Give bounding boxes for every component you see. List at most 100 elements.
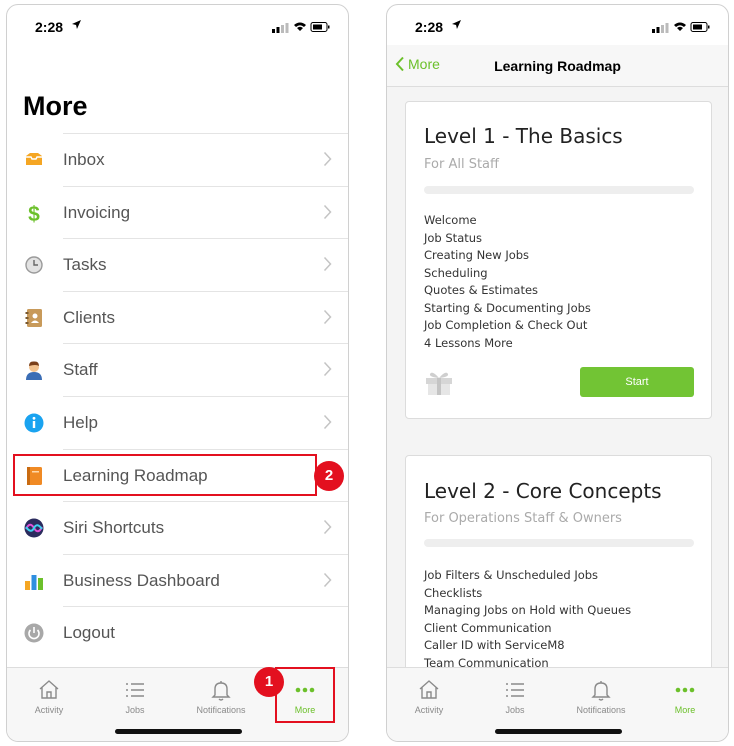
info-icon bbox=[24, 413, 44, 433]
staff-avatar-icon bbox=[26, 361, 42, 381]
more-screen: 2:28 More Inbox $ Invoicing Tasks Client… bbox=[6, 4, 349, 742]
lesson-list: Job Filters & Unscheduled Jobs Checklist… bbox=[424, 567, 631, 667]
menu-item-label: Tasks bbox=[63, 255, 107, 275]
home-icon bbox=[419, 680, 439, 699]
menu-item-label: Business Dashboard bbox=[63, 570, 220, 590]
lesson-item: Starting & Documenting Jobs bbox=[424, 300, 591, 315]
nav-bar: More Learning Roadmap bbox=[387, 45, 728, 87]
level-audience: For Operations Staff & Owners bbox=[424, 511, 622, 526]
menu-item-logout[interactable]: Logout bbox=[7, 606, 348, 659]
tab-label: More bbox=[674, 705, 696, 715]
page-title: More bbox=[23, 91, 88, 121]
progress-bar bbox=[424, 186, 694, 194]
level-card[interactable]: Level 1 - The Basics For All Staff Welco… bbox=[405, 101, 712, 419]
chevron-right-icon bbox=[323, 257, 332, 272]
tab-activity[interactable]: Activity bbox=[15, 674, 83, 715]
menu-item-label: Invoicing bbox=[63, 202, 131, 222]
menu-item-help[interactable]: Help bbox=[7, 395, 348, 449]
menu-item-label: Siri Shortcuts bbox=[63, 518, 165, 538]
lesson-item: Scheduling bbox=[424, 265, 488, 280]
step-badge-2: 2 bbox=[314, 461, 344, 491]
tab-more[interactable]: More bbox=[651, 674, 719, 715]
highlight-learning-roadmap bbox=[13, 454, 317, 496]
lesson-item: Managing Jobs on Hold with Queues bbox=[424, 603, 632, 617]
chevron-right-icon bbox=[323, 414, 332, 429]
status-time: 2:28 bbox=[35, 19, 64, 35]
tab-notifications[interactable]: Notifications bbox=[567, 674, 635, 715]
more-lessons-link[interactable]: 4 Lessons More bbox=[424, 335, 591, 353]
status-bar: 2:28 bbox=[7, 5, 348, 45]
level-card[interactable]: Level 2 - Core Concepts For Operations S… bbox=[405, 455, 712, 667]
menu-item-label: Clients bbox=[63, 307, 115, 327]
lesson-item: Team Communication bbox=[424, 655, 549, 668]
tab-label: Activity bbox=[34, 705, 64, 715]
home-icon bbox=[39, 680, 59, 699]
menu-item-staff[interactable]: Staff bbox=[7, 343, 348, 396]
bell-icon bbox=[591, 681, 611, 701]
clock-icon bbox=[25, 256, 43, 274]
chevron-right-icon bbox=[323, 151, 332, 167]
level-title: Level 2 - Core Concepts bbox=[424, 479, 662, 503]
chevron-right-icon bbox=[323, 204, 332, 219]
menu-item-label: Staff bbox=[63, 360, 98, 380]
chevron-right-icon bbox=[323, 309, 332, 324]
svg-text:$: $ bbox=[28, 203, 40, 224]
tab-label: Activity bbox=[414, 705, 444, 715]
inbox-icon bbox=[26, 153, 42, 165]
tab-label: Notifications bbox=[576, 705, 626, 715]
bell-icon bbox=[211, 681, 231, 701]
tab-label: Notifications bbox=[196, 705, 246, 715]
power-icon bbox=[24, 623, 44, 643]
more-dots-icon bbox=[675, 687, 695, 693]
lesson-item: Creating New Jobs bbox=[424, 248, 530, 262]
home-indicator bbox=[495, 729, 622, 734]
menu-item-siri-shortcuts[interactable]: Siri Shortcuts bbox=[7, 501, 348, 554]
gift-icon bbox=[426, 372, 452, 395]
start-button[interactable]: Start bbox=[580, 367, 694, 397]
lesson-item: Job Status bbox=[424, 230, 483, 245]
lesson-item: Checklists bbox=[424, 585, 483, 600]
location-arrow-icon bbox=[452, 20, 461, 29]
lesson-item: Client Communication bbox=[424, 620, 552, 635]
address-book-icon bbox=[25, 308, 42, 327]
step-badge-1: 1 bbox=[254, 667, 284, 697]
menu-item-invoicing[interactable]: $ Invoicing bbox=[7, 185, 348, 239]
dollar-icon: $ bbox=[28, 203, 40, 224]
menu-item-inbox[interactable]: Inbox bbox=[7, 133, 348, 186]
more-menu: Inbox $ Invoicing Tasks Clients Staff He… bbox=[7, 133, 348, 659]
tab-activity[interactable]: Activity bbox=[395, 674, 463, 715]
status-indicators-icon bbox=[652, 22, 710, 33]
status-bar: 2:28 bbox=[387, 5, 728, 45]
nav-title: Learning Roadmap bbox=[494, 58, 621, 74]
level-title: Level 1 - The Basics bbox=[424, 124, 623, 148]
progress-bar bbox=[424, 539, 694, 547]
menu-item-business-dashboard[interactable]: Business Dashboard bbox=[7, 553, 348, 607]
tab-label: Jobs bbox=[505, 705, 525, 715]
chevron-right-icon bbox=[323, 520, 332, 535]
lesson-item: Caller ID with ServiceM8 bbox=[424, 638, 565, 652]
lesson-item: Welcome bbox=[424, 213, 477, 227]
chevron-right-icon bbox=[323, 572, 332, 587]
tab-notifications[interactable]: Notifications bbox=[187, 674, 255, 715]
bar-chart-icon bbox=[25, 574, 43, 590]
menu-item-clients[interactable]: Clients bbox=[7, 290, 348, 344]
tab-jobs[interactable]: Jobs bbox=[481, 674, 549, 715]
lesson-item: Job Completion & Check Out bbox=[424, 318, 588, 332]
lesson-item: Quotes & Estimates bbox=[424, 283, 539, 297]
chevron-right-icon bbox=[323, 362, 332, 377]
tab-jobs[interactable]: Jobs bbox=[101, 674, 169, 715]
tab-label: Jobs bbox=[125, 705, 145, 715]
level-audience: For All Staff bbox=[424, 157, 499, 172]
status-time: 2:28 bbox=[415, 19, 444, 35]
learning-roadmap-screen: 2:28 More Learning Roadmap Level 1 - The… bbox=[386, 4, 729, 742]
home-indicator bbox=[115, 729, 242, 734]
roadmap-list[interactable]: Level 1 - The Basics For All Staff Welco… bbox=[387, 87, 728, 667]
list-icon bbox=[506, 683, 524, 697]
menu-item-label: Help bbox=[63, 412, 98, 432]
menu-item-label: Logout bbox=[63, 623, 115, 643]
menu-item-tasks[interactable]: Tasks bbox=[7, 238, 348, 291]
menu-item-label: Inbox bbox=[63, 150, 105, 169]
highlight-more-tab bbox=[275, 667, 335, 723]
status-indicators-icon bbox=[272, 22, 330, 33]
siri-icon bbox=[24, 518, 44, 538]
